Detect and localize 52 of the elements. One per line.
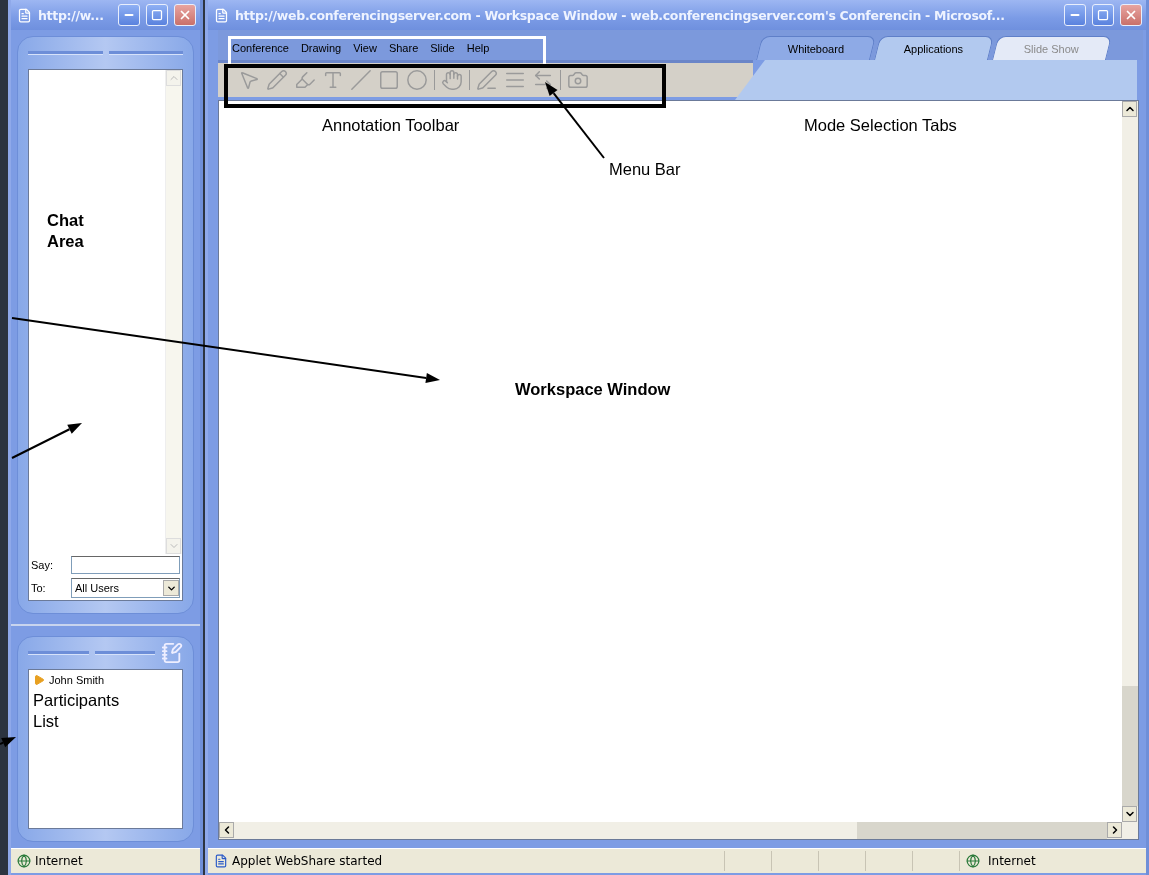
close-button[interactable] — [174, 4, 196, 26]
mode-tab[interactable]: Whiteboard — [756, 36, 876, 60]
annotation-label: Participants List — [33, 690, 121, 733]
dropdown-button[interactable] — [163, 580, 179, 596]
to-label: To: — [31, 582, 47, 594]
browser-icon — [17, 7, 32, 23]
close-icon — [178, 8, 192, 22]
scroll-thumb[interactable] — [857, 822, 1107, 839]
menu-item[interactable]: Slide — [430, 42, 455, 54]
say-field[interactable] — [71, 556, 180, 574]
maximize-button[interactable] — [146, 4, 168, 26]
menu-item[interactable]: Conference — [232, 42, 289, 54]
minimize-button[interactable] — [1064, 4, 1086, 26]
scroll-right-icon[interactable] — [1107, 822, 1122, 838]
annotation-label: Mode Selection Tabs — [804, 115, 957, 136]
zone-label: Internet — [34, 854, 84, 868]
close-icon — [1124, 8, 1138, 22]
maximize-icon — [151, 9, 163, 21]
minimize-button[interactable] — [118, 4, 140, 26]
scroll-thumb[interactable] — [1122, 686, 1138, 806]
horizontal-scrollbar[interactable] — [219, 822, 1138, 839]
globe-icon — [966, 854, 980, 868]
menu-item[interactable]: Drawing — [300, 42, 342, 54]
callout-arrow — [0, 737, 16, 748]
notepad-icon[interactable] — [161, 642, 183, 664]
scroll-left-icon[interactable] — [219, 822, 234, 838]
scroll-down-icon[interactable] — [1122, 806, 1137, 822]
maximize-button[interactable] — [1092, 4, 1114, 26]
globe-icon — [17, 854, 31, 868]
close-button[interactable] — [1120, 4, 1142, 26]
window-title: http://web.conferencingserver.com - Workspace Window - web.conferencingserver.com's Conferencin - Microsof... — [235, 7, 1006, 23]
participant-name[interactable]: John Smith — [49, 674, 105, 686]
zone-label: Internet — [987, 854, 1037, 868]
annotation-label: Annotation Toolbar — [322, 115, 460, 136]
annotation-label: Chat Area — [47, 210, 85, 253]
scroll-up-icon[interactable] — [1122, 101, 1137, 117]
vertical-scrollbar[interactable] — [1122, 101, 1138, 822]
annotation-label: Workspace Window — [515, 379, 671, 400]
menu-item[interactable]: Share — [388, 42, 419, 54]
recipient-dropdown[interactable]: All Users — [71, 578, 180, 598]
annotation-label: Menu Bar — [609, 159, 681, 180]
maximize-icon — [1097, 9, 1109, 21]
status-message: Applet WebShare started — [231, 854, 384, 868]
mode-tab[interactable]: Applications — [874, 36, 994, 60]
window-title: http://w... — [38, 7, 105, 23]
page-icon — [214, 854, 228, 868]
menu-item[interactable]: Help — [466, 42, 490, 54]
menu-item[interactable]: View — [353, 42, 377, 54]
say-label: Say: — [31, 559, 54, 571]
browser-icon — [214, 7, 229, 23]
arrow-icon — [33, 674, 45, 686]
callout-arrow — [11, 423, 82, 459]
